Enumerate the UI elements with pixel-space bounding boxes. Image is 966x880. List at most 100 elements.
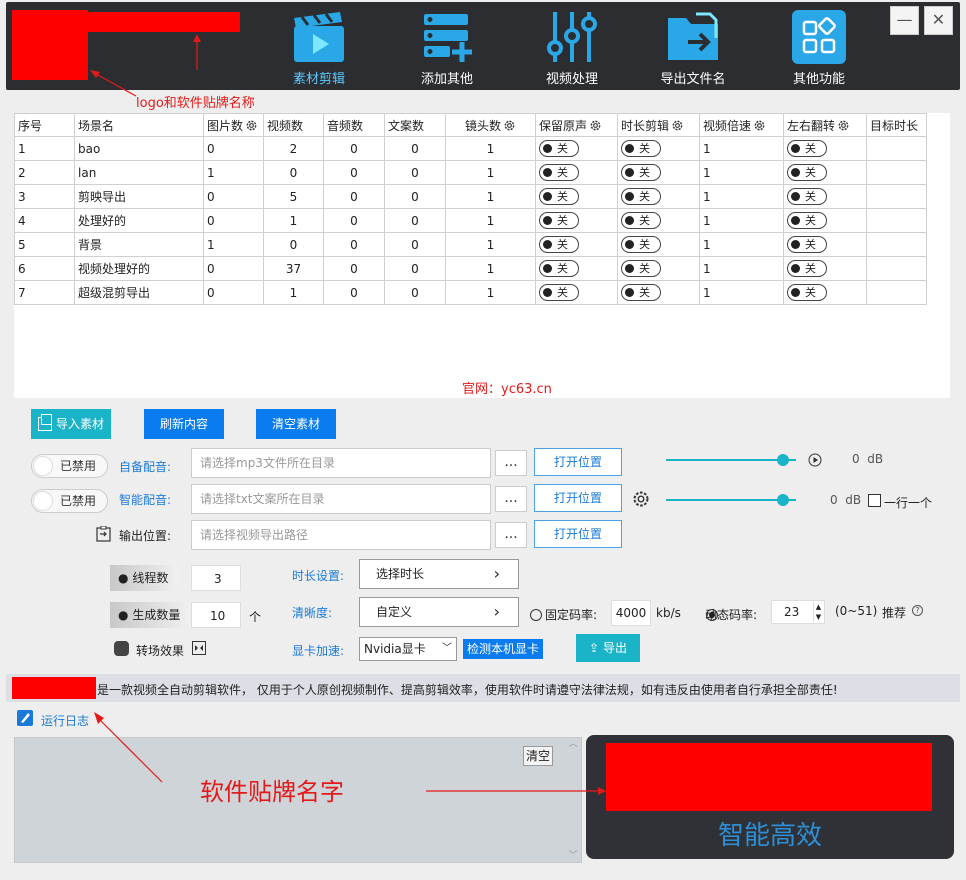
off-toggle[interactable]: 关 — [621, 284, 661, 301]
export-button[interactable]: ⇪ 导出 — [576, 634, 640, 662]
count-input[interactable]: 10 — [191, 602, 241, 628]
off-toggle[interactable]: 关 — [539, 260, 579, 277]
help-icon[interactable]: ? — [912, 605, 923, 616]
off-toggle[interactable]: 关 — [539, 284, 579, 301]
toggle-knob — [791, 144, 800, 153]
transition-settings-icon[interactable] — [192, 641, 206, 655]
off-toggle[interactable]: 关 — [621, 140, 661, 157]
off-toggle[interactable]: 关 — [539, 236, 579, 253]
table-cell: 1 — [445, 256, 536, 281]
self-dub-path-input[interactable]: 请选择mp3文件所在目录 — [191, 448, 491, 478]
smart-dub-toggle[interactable]: 已禁用 — [31, 489, 108, 513]
off-toggle[interactable]: 关 — [787, 164, 827, 181]
toggle-label: 关 — [557, 142, 568, 155]
clear-material-button[interactable]: 清空素材 — [256, 409, 336, 439]
gear-icon[interactable] — [589, 119, 602, 132]
col-header-with-gear[interactable]: 视频倍速 — [699, 113, 784, 137]
table-row[interactable]: 6 视频处理好的 0 37 0 0 1 关关 1 关 — [14, 256, 927, 281]
table-cell — [866, 256, 927, 281]
table-row[interactable]: 5 背景 1 0 0 0 1 关关 1 关 — [14, 232, 927, 257]
gpu-select[interactable]: Nvidia显卡 ﹀ — [359, 637, 457, 661]
gear-icon[interactable] — [837, 119, 850, 132]
fixed-bitrate-input[interactable]: 4000 — [611, 600, 651, 626]
nav-other-functions[interactable]: 其他功能 — [764, 2, 874, 90]
col-header-with-gear[interactable]: 时长剪辑 — [617, 113, 700, 137]
table-row[interactable]: 7 超级混剪导出 0 1 0 0 1 关关 1 关 — [14, 280, 927, 305]
self-dub-toggle[interactable]: 已禁用 — [31, 454, 108, 478]
nav-add-other[interactable]: 添加其他 — [392, 2, 502, 90]
dynamic-bitrate-input[interactable]: 23 ▲ ▼ — [771, 600, 825, 624]
chevron-right-icon: › — [493, 602, 500, 621]
clarity-select[interactable]: 自定义 › — [359, 597, 519, 627]
off-toggle[interactable]: 关 — [787, 188, 827, 205]
off-toggle[interactable]: 关 — [539, 140, 579, 157]
transition-toggle[interactable] — [114, 641, 129, 656]
col-header: 文案数 — [384, 113, 446, 137]
import-material-button[interactable]: 导入素材 — [31, 409, 111, 439]
off-toggle[interactable]: 关 — [787, 236, 827, 253]
table-row[interactable]: 1 bao 0 2 0 0 1 关关 1 关 — [14, 136, 927, 161]
self-dub-open-button[interactable]: 打开位置 — [534, 448, 622, 476]
table-row[interactable]: 3 剪映导出 0 5 0 0 1 关关 1 关 — [14, 184, 927, 209]
table-row[interactable]: 2 lan 1 0 0 0 1 关关 1 关 — [14, 160, 927, 185]
smart-dub-label: 智能配音: — [119, 493, 172, 507]
gear-icon[interactable] — [245, 119, 258, 132]
table-cell — [866, 136, 927, 161]
nav-export-filename[interactable]: 导出文件名 — [638, 2, 748, 90]
spinner-arrows-icon[interactable]: ▲ ▼ — [813, 602, 823, 622]
toggle-knob — [625, 288, 634, 297]
smart-dub-open-button[interactable]: 打开位置 — [534, 484, 622, 512]
one-per-line-checkbox[interactable] — [868, 494, 881, 507]
off-toggle[interactable]: 关 — [787, 212, 827, 229]
off-toggle[interactable]: 关 — [621, 188, 661, 205]
off-toggle[interactable]: 关 — [539, 164, 579, 181]
detect-gpu-button[interactable]: 检测本机显卡 — [463, 639, 543, 659]
off-toggle[interactable]: 关 — [621, 212, 661, 229]
fixed-bitrate-radio[interactable] — [530, 609, 542, 621]
self-dub-browse-button[interactable]: ... — [495, 450, 527, 476]
output-path-input[interactable]: 请选择视频导出路径 — [191, 520, 491, 550]
minimize-button[interactable]: — — [890, 6, 919, 35]
table-cell: bao — [74, 136, 204, 161]
off-toggle[interactable]: 关 — [621, 164, 661, 181]
slider-knob[interactable] — [777, 454, 789, 466]
smart-dub-path-input[interactable]: 请选择txt文案所在目录 — [191, 484, 491, 514]
toggle-knob — [625, 264, 634, 273]
col-header-with-gear[interactable]: 图片数 — [203, 113, 264, 137]
off-toggle[interactable]: 关 — [787, 284, 827, 301]
duration-select[interactable]: 选择时长 › — [359, 559, 519, 589]
fixed-bitrate-label: 固定码率: — [545, 608, 598, 622]
off-toggle[interactable]: 关 — [787, 140, 827, 157]
clarity-label: 清晰度: — [292, 606, 333, 620]
nav-video-process[interactable]: 视频处理 — [517, 2, 627, 90]
play-preview-icon[interactable] — [808, 453, 822, 467]
gear-icon[interactable] — [503, 119, 516, 132]
gear-icon[interactable] — [632, 490, 650, 508]
col-header-with-gear[interactable]: 左右翻转 — [783, 113, 867, 137]
smart-dub-browse-button[interactable]: ... — [495, 486, 527, 512]
col-header-with-gear[interactable]: 保留原声 — [535, 113, 618, 137]
scroll-down-icon[interactable]: ﹀ — [566, 850, 580, 862]
output-open-button[interactable]: 打开位置 — [534, 520, 622, 548]
nav-material-edit[interactable]: 素材剪辑 — [264, 2, 374, 90]
close-button[interactable]: ✕ — [924, 6, 953, 35]
table-row[interactable]: 4 处理好的 0 1 0 0 1 关关 1 关 — [14, 208, 927, 233]
table-cell: 4 — [14, 208, 75, 233]
slider-knob[interactable] — [777, 494, 789, 506]
off-toggle[interactable]: 关 — [539, 188, 579, 205]
toggle-label: 关 — [805, 238, 816, 251]
col-header-label: 左右翻转 — [787, 118, 836, 133]
toggle-knob — [625, 216, 634, 225]
table-cell: 1 — [203, 232, 264, 257]
off-toggle[interactable]: 关 — [787, 260, 827, 277]
threads-input[interactable]: 3 — [191, 565, 241, 591]
off-toggle[interactable]: 关 — [621, 260, 661, 277]
col-header-with-gear[interactable]: 镜头数 — [445, 113, 536, 137]
gear-icon[interactable] — [753, 119, 766, 132]
gear-icon[interactable] — [671, 119, 684, 132]
col-header-label: 时长剪辑 — [621, 118, 670, 133]
off-toggle[interactable]: 关 — [621, 236, 661, 253]
refresh-content-button[interactable]: 刷新内容 — [144, 409, 224, 439]
off-toggle[interactable]: 关 — [539, 212, 579, 229]
output-browse-button[interactable]: ... — [495, 522, 527, 548]
